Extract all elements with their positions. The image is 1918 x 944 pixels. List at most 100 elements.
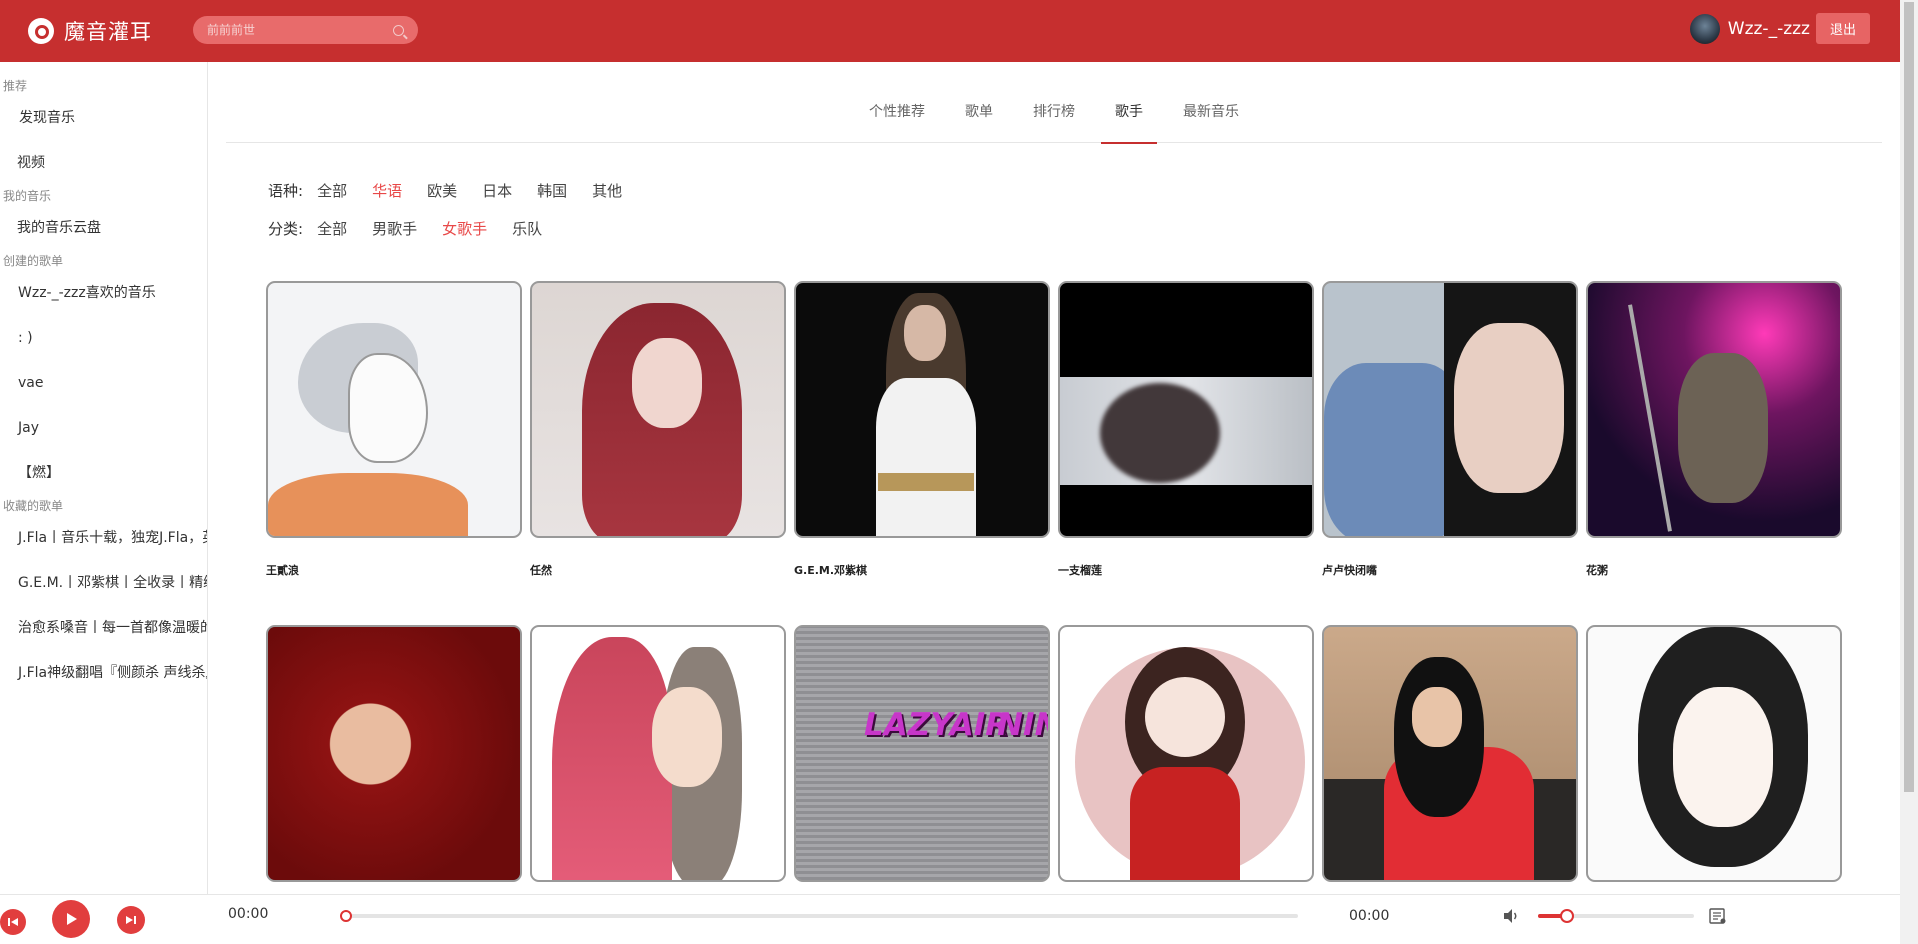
tab-artists[interactable]: 歌手 (1101, 90, 1157, 144)
category-filter-label: 分类: (268, 220, 304, 238)
sidebar: 推荐 发现音乐 视频 我的音乐 我的音乐云盘 创建的歌单 Wzz-_-zzz喜欢… (0, 62, 208, 894)
category-filter: 分类: 全部 男歌手 女歌手 乐队 (268, 218, 567, 239)
artist-grid: 王貳浪 任然 G.E.M.邓紫棋 一支榴莲 卢卢快闭嘴 花粥 LAZYAIR N… (266, 281, 1846, 882)
cover-logo-text: LAZYAIR NINEONE (864, 707, 1048, 743)
username[interactable]: Wzz-_-zzz (1728, 19, 1810, 39)
cover-logo-line: NINEONE (997, 707, 1048, 743)
player-bar: 00:00 00:00 (0, 894, 1900, 944)
artist-cover[interactable] (1322, 281, 1578, 538)
sidebar-item-playlist[interactable]: Wzz-_-zzz喜欢的音乐 (0, 271, 207, 316)
tab-personal-recommend[interactable]: 个性推荐 (855, 90, 939, 143)
sidebar-item-collected-playlist[interactable]: J.Fla丨音乐十载，独宠J.Fla，英 (0, 516, 207, 561)
sidebar-group-title: 我的音乐 (3, 189, 52, 203)
artist-card[interactable]: LAZYAIR NINEONE (794, 625, 1050, 882)
artist-name[interactable]: 王貳浪 (266, 538, 522, 625)
artist-cover[interactable] (1586, 281, 1842, 538)
sidebar-item-playlist[interactable]: : ) (0, 316, 207, 361)
artist-name[interactable]: 花粥 (1586, 538, 1842, 625)
total-time: 00:00 (1349, 908, 1390, 924)
artist-cover[interactable] (1058, 625, 1314, 882)
artist-card[interactable] (1322, 625, 1578, 882)
app: 魔音灌耳 Wzz-_-zzz 退出 推荐 发现音乐 视频 我的音乐 我的音乐云盘… (0, 0, 1918, 944)
artist-cover[interactable] (1586, 625, 1842, 882)
language-option-korean[interactable]: 韩国 (537, 180, 567, 201)
language-filter: 语种: 全部 华语 欧美 日本 韩国 其他 (268, 180, 647, 201)
artist-cover[interactable] (1058, 281, 1314, 538)
artist-cover[interactable]: LAZYAIR NINEONE (794, 625, 1050, 882)
tab-playlists[interactable]: 歌单 (951, 90, 1007, 143)
progress-bar[interactable] (340, 910, 1298, 922)
artist-card[interactable] (1058, 625, 1314, 882)
artist-card[interactable] (266, 625, 522, 882)
play-icon (67, 913, 77, 925)
artist-card[interactable]: G.E.M.邓紫棋 (794, 281, 1050, 625)
category-option-all[interactable]: 全部 (317, 218, 347, 239)
category-option-male[interactable]: 男歌手 (372, 218, 417, 239)
artist-cover[interactable] (530, 625, 786, 882)
sidebar-item-collected-playlist[interactable]: G.E.M.丨邓紫棋丨全收录丨精编 (0, 561, 207, 606)
scrollbar-thumb[interactable] (1904, 2, 1914, 792)
next-track-button[interactable] (117, 906, 145, 934)
category-option-band[interactable]: 乐队 (512, 218, 542, 239)
page-scrollbar[interactable] (1900, 0, 1918, 944)
artist-name[interactable]: 任然 (530, 538, 786, 625)
sidebar-item-playlist[interactable]: 【燃】 (0, 451, 207, 496)
cover-logo-line: LAZYAIR (864, 707, 1010, 743)
search-box[interactable] (193, 16, 418, 44)
artist-card[interactable]: 一支榴莲 (1058, 281, 1314, 625)
sidebar-item-collected-playlist[interactable]: J.Fla神级翻唱『侧颜杀 声线杀』 (0, 651, 207, 696)
artist-card[interactable] (530, 625, 786, 882)
previous-icon (8, 918, 18, 926)
language-option-all[interactable]: 全部 (317, 180, 347, 201)
artist-cover[interactable] (794, 281, 1050, 538)
user-area: Wzz-_-zzz 退出 (1689, 13, 1870, 44)
language-option-other[interactable]: 其他 (592, 180, 622, 201)
previous-track-button[interactable] (0, 909, 26, 935)
artist-card[interactable]: 任然 (530, 281, 786, 625)
artist-name[interactable]: G.E.M.邓紫棋 (794, 538, 1050, 625)
artist-card[interactable] (1586, 625, 1842, 882)
sidebar-group-title: 推荐 (3, 79, 28, 93)
logout-button[interactable]: 退出 (1815, 13, 1870, 44)
volume-knob[interactable] (1560, 909, 1574, 923)
sidebar-item-collected-playlist[interactable]: 治愈系嗓音丨每一首都像温暖的 (0, 606, 207, 651)
next-icon (126, 916, 136, 924)
tab-bar: 个性推荐 歌单 排行榜 歌手 最新音乐 (226, 90, 1882, 144)
artist-name[interactable]: 卢卢快闭嘴 (1322, 538, 1578, 625)
search-input[interactable] (207, 23, 393, 37)
artist-cover[interactable] (1322, 625, 1578, 882)
artist-cover[interactable] (266, 281, 522, 538)
app-logo[interactable]: 魔音灌耳 (28, 16, 152, 46)
playlist-icon[interactable] (1708, 906, 1728, 926)
sidebar-item-discover[interactable]: 发现音乐 (0, 96, 207, 141)
progress-knob[interactable] (340, 910, 352, 922)
volume-icon[interactable] (1502, 907, 1520, 925)
sidebar-group-title: 创建的歌单 (3, 254, 64, 268)
sidebar-group-title: 收藏的歌单 (3, 499, 64, 513)
sidebar-item-playlist[interactable]: vae (0, 361, 207, 406)
artist-card[interactable]: 王貳浪 (266, 281, 522, 625)
language-option-western[interactable]: 欧美 (427, 180, 457, 201)
language-option-chinese[interactable]: 华语 (372, 180, 402, 201)
sidebar-item-playlist[interactable]: Jay (0, 406, 207, 451)
artist-cover[interactable] (530, 281, 786, 538)
search-icon[interactable] (393, 24, 404, 36)
sidebar-item-video[interactable]: 视频 (0, 141, 207, 186)
language-filter-label: 语种: (268, 182, 304, 200)
artist-name[interactable]: 一支榴莲 (1058, 538, 1314, 625)
current-time: 00:00 (228, 906, 269, 922)
top-header: 魔音灌耳 Wzz-_-zzz 退出 (0, 0, 1900, 62)
sidebar-item-cloud-disk[interactable]: 我的音乐云盘 (0, 206, 207, 251)
language-option-japanese[interactable]: 日本 (482, 180, 512, 201)
artist-card[interactable]: 花粥 (1586, 281, 1842, 625)
tab-new-music[interactable]: 最新音乐 (1169, 90, 1253, 143)
category-option-female[interactable]: 女歌手 (442, 218, 487, 239)
avatar[interactable] (1689, 13, 1720, 44)
play-button[interactable] (52, 900, 90, 938)
artist-cover[interactable] (266, 625, 522, 882)
tab-charts[interactable]: 排行榜 (1019, 90, 1089, 143)
netease-music-icon (28, 18, 54, 44)
artist-card[interactable]: 卢卢快闭嘴 (1322, 281, 1578, 625)
volume-slider[interactable] (1538, 909, 1694, 923)
app-name: 魔音灌耳 (64, 20, 152, 44)
